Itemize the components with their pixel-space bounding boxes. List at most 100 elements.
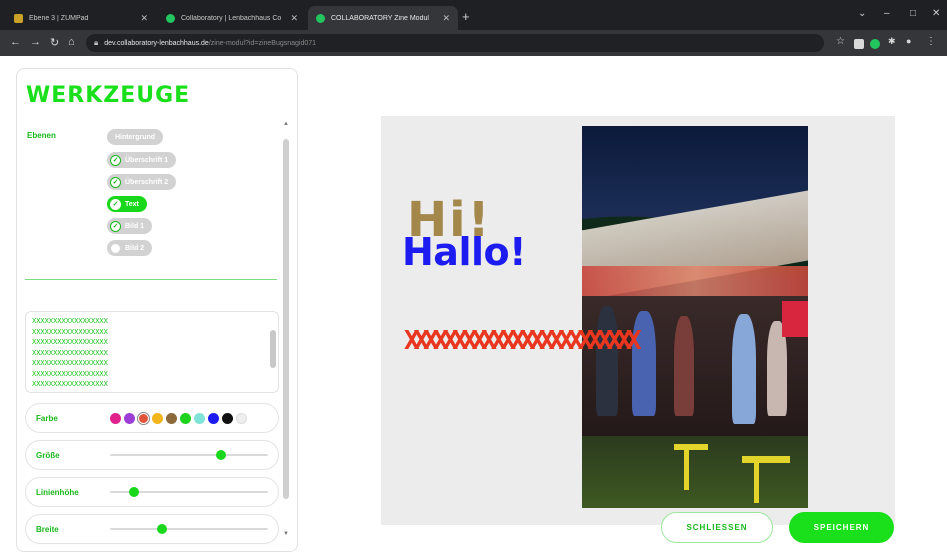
scroll-thumb[interactable] bbox=[283, 139, 289, 499]
layer-chip-heading-2[interactable]: ✓ Überschrift 2 bbox=[107, 174, 177, 190]
address-bar[interactable]: 🔒︎ dev.collaboratory-lenbachhaus.de /zin… bbox=[86, 34, 824, 52]
size-label: Größe bbox=[36, 450, 60, 460]
new-tab-button[interactable]: + bbox=[462, 9, 470, 24]
scroll-up-arrow-icon[interactable]: ▲ bbox=[283, 121, 289, 127]
close-tab-icon[interactable]: ✕ bbox=[290, 13, 298, 24]
layer-chip-image-2[interactable]: Bild 2 bbox=[107, 240, 153, 256]
tab-label: Ebene 3 | ZUMPad bbox=[29, 14, 89, 22]
layer-chip-text[interactable]: ✓ Text bbox=[107, 196, 147, 212]
tab-label: Collaboratory | Lenbachhaus Co bbox=[181, 14, 282, 22]
photo-person bbox=[732, 314, 756, 424]
layer-label: Überschrift 2 bbox=[125, 178, 169, 186]
photo-person bbox=[596, 306, 618, 416]
check-icon: ✓ bbox=[110, 220, 121, 232]
text-line: XXXXXXXXXXXXXXXXXX bbox=[32, 359, 108, 367]
puzzle-extensions-icon[interactable]: ✱ bbox=[888, 36, 896, 47]
layer-chip-heading-1[interactable]: ✓ Überschrift 1 bbox=[107, 152, 177, 168]
tools-panel: WERKZEUGE Ebenen Hintergrund ✓ Überschri… bbox=[16, 68, 298, 552]
photo-chair bbox=[742, 456, 790, 463]
color-swatch[interactable] bbox=[124, 412, 135, 424]
browser-toolbar: ← → ↻ ⌂ 🔒︎ dev.collaboratory-lenbachhaus… bbox=[0, 30, 947, 56]
color-swatch[interactable] bbox=[152, 412, 163, 424]
layer-label: Hintergrund bbox=[115, 133, 156, 141]
photo-chair bbox=[684, 450, 689, 490]
layers-label: Ebenen bbox=[27, 131, 56, 140]
url-path: /zine-modul?id=zineBugsnagid071 bbox=[208, 39, 317, 47]
scroll-down-arrow-icon[interactable]: ▼ bbox=[283, 531, 289, 537]
save-button[interactable]: SPEICHERN bbox=[789, 512, 894, 543]
lock-icon: 🔒︎ bbox=[94, 38, 99, 47]
text-line: XXXXXXXXXXXXXXXXXX bbox=[32, 348, 108, 357]
slider-track bbox=[110, 454, 268, 456]
text-input[interactable]: XXXXXXXXXXXXXXXXXX XXXXXXXXXXXXXXXXXX XX… bbox=[25, 311, 279, 393]
tab-search-chevron-icon[interactable]: ⌄ bbox=[858, 8, 866, 19]
line-height-row: Linienhöhe bbox=[25, 477, 279, 507]
layer-label: Bild 2 bbox=[125, 244, 145, 252]
close-tab-icon[interactable]: ✕ bbox=[442, 13, 450, 24]
text-line: XXXXXXXXXXXXXXXXXX bbox=[32, 380, 108, 388]
width-slider[interactable] bbox=[110, 524, 268, 534]
color-swatch[interactable] bbox=[110, 412, 121, 424]
panel-scrollbar[interactable]: ▲ ▼ bbox=[281, 121, 291, 541]
back-arrow-icon[interactable]: ← bbox=[10, 36, 21, 48]
reload-icon[interactable]: ↻ bbox=[50, 36, 59, 49]
shield-extension-icon[interactable] bbox=[870, 39, 880, 49]
text-line: XXXXXXXXXXXXXXXXXX bbox=[32, 338, 108, 346]
panel-title: WERKZEUGE bbox=[26, 83, 191, 108]
forward-arrow-icon[interactable]: → bbox=[30, 36, 41, 48]
line-height-slider[interactable] bbox=[110, 487, 268, 497]
color-row: Farbe bbox=[25, 403, 279, 433]
check-icon: ✓ bbox=[110, 154, 121, 166]
color-swatch[interactable] bbox=[138, 412, 149, 424]
width-row: Breite bbox=[25, 514, 279, 544]
layer-label: Text bbox=[125, 200, 139, 208]
close-window-icon[interactable]: ✕ bbox=[932, 8, 940, 19]
close-tab-icon[interactable]: ✕ bbox=[140, 13, 148, 24]
text-line: XXXXXXXXXXXXXXXXXX bbox=[32, 369, 108, 378]
close-button[interactable]: SCHLIESSEN bbox=[661, 512, 773, 543]
slider-knob[interactable] bbox=[157, 524, 168, 534]
textarea-scrollbar[interactable] bbox=[270, 316, 276, 388]
color-swatch[interactable] bbox=[166, 412, 177, 424]
minimize-icon[interactable]: – bbox=[884, 8, 890, 19]
scroll-thumb[interactable] bbox=[270, 330, 276, 368]
profile-icon[interactable]: ● bbox=[906, 36, 911, 46]
layer-label: Bild 1 bbox=[125, 222, 145, 230]
etherpad-favicon-icon bbox=[14, 13, 23, 23]
slider-knob[interactable] bbox=[215, 450, 226, 460]
color-swatch[interactable] bbox=[236, 412, 247, 424]
tab-collaboratory[interactable]: Collaboratory | Lenbachhaus Co ✕ bbox=[158, 6, 306, 30]
menu-dots-icon[interactable]: ⋮ bbox=[926, 36, 936, 47]
layer-chip-background[interactable]: Hintergrund bbox=[107, 129, 164, 145]
color-swatch[interactable] bbox=[194, 412, 205, 424]
home-icon[interactable]: ⌂ bbox=[68, 36, 75, 48]
check-icon: ✓ bbox=[110, 198, 121, 210]
color-swatch[interactable] bbox=[222, 412, 233, 424]
tab-zumpad[interactable]: Ebene 3 | ZUMPad ✕ bbox=[6, 6, 156, 30]
collaboratory-favicon-icon bbox=[316, 13, 325, 23]
maximize-icon[interactable]: □ bbox=[910, 8, 916, 19]
photo-chair bbox=[754, 463, 759, 503]
text-x-pattern[interactable]: XXXXXXXXXXXXXXXXXXXXXXXX bbox=[404, 328, 642, 354]
photo-chair bbox=[674, 444, 708, 450]
color-swatches bbox=[110, 412, 247, 424]
layer-label: Überschrift 1 bbox=[125, 156, 169, 164]
divider bbox=[25, 279, 277, 280]
color-swatch[interactable] bbox=[208, 412, 219, 424]
check-icon: ✓ bbox=[110, 176, 121, 188]
photo-red-sign bbox=[782, 301, 808, 337]
layer-chip-image-1[interactable]: ✓ Bild 1 bbox=[107, 218, 153, 234]
extension-icon[interactable] bbox=[854, 39, 864, 49]
tab-label: COLLABORATORY Zine Modul bbox=[331, 14, 429, 22]
size-slider[interactable] bbox=[110, 450, 268, 460]
heading-hallo[interactable]: Hallo! bbox=[402, 232, 526, 272]
slider-track bbox=[110, 528, 268, 530]
photo-person bbox=[674, 316, 694, 416]
browser-tab-bar: Ebene 3 | ZUMPad ✕ Collaboratory | Lenba… bbox=[0, 0, 947, 30]
slider-knob[interactable] bbox=[128, 487, 139, 497]
line-height-label: Linienhöhe bbox=[36, 487, 79, 497]
party-photo-image[interactable] bbox=[582, 126, 808, 508]
tab-zine-modul[interactable]: COLLABORATORY Zine Modul ✕ bbox=[308, 6, 458, 30]
color-swatch[interactable] bbox=[180, 412, 191, 424]
bookmark-star-icon[interactable]: ☆ bbox=[836, 36, 845, 47]
